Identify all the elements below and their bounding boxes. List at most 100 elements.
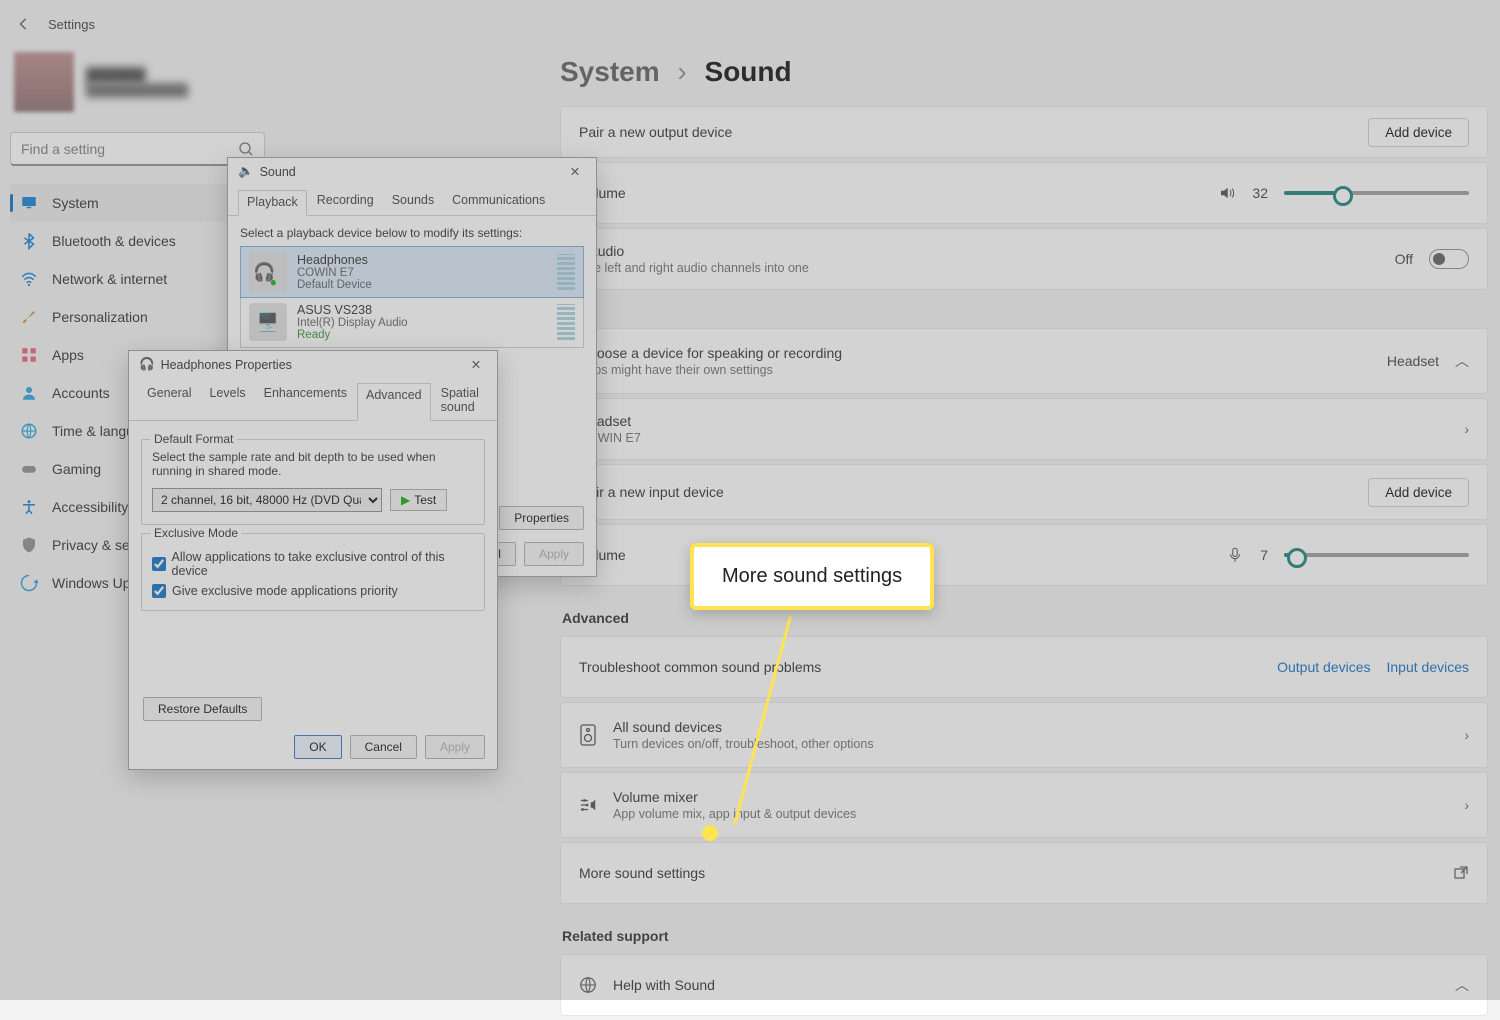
gamepad-icon — [20, 460, 38, 478]
tab-communications[interactable]: Communications — [444, 189, 553, 215]
nav-label: Network & internet — [52, 271, 167, 287]
breadcrumb-current: Sound — [705, 56, 792, 87]
back-icon[interactable] — [12, 12, 36, 36]
device-row[interactable]: 🎧●HeadphonesCOWIN E7Default Device — [241, 247, 583, 297]
nav-label: Personalization — [52, 309, 148, 325]
callout-dot — [702, 825, 718, 841]
exclusive-priority-checkbox[interactable]: Give exclusive mode applications priorit… — [152, 584, 474, 598]
exclusive-control-checkbox[interactable]: Allow applications to take exclusive con… — [152, 550, 474, 578]
pair-output-row: Pair a new output device Add device — [560, 106, 1488, 158]
account-header[interactable]: ██████ ████████████ — [10, 48, 270, 132]
mono-toggle[interactable] — [1429, 249, 1469, 269]
props-dialog-tabs: GeneralLevelsEnhancementsAdvancedSpatial… — [129, 378, 497, 421]
bluetooth-icon — [20, 232, 38, 250]
tab-spatial-sound[interactable]: Spatial sound — [433, 382, 487, 420]
restore-defaults-button[interactable]: Restore Defaults — [143, 697, 262, 721]
output-volume-row: Volume 32 — [560, 162, 1488, 224]
default-format-label: Default Format — [150, 432, 237, 446]
nav-label: Accessibility — [52, 499, 128, 515]
add-output-button[interactable]: Add device — [1368, 118, 1469, 147]
tab-advanced[interactable]: Advanced — [357, 383, 431, 421]
sound-dialog-icon: 🔈 — [238, 164, 254, 179]
mono-audio-row: Mono audio Combine left and right audio … — [560, 228, 1488, 290]
choose-input-value: Headset — [1387, 353, 1439, 369]
headphones-icon: 🎧● — [249, 253, 287, 291]
user-email: ████████████ — [86, 83, 188, 97]
breadcrumb-parent[interactable]: System — [560, 56, 660, 87]
playback-device-list[interactable]: 🎧●HeadphonesCOWIN E7Default Device🖥️ASUS… — [240, 246, 584, 348]
search-field[interactable] — [21, 141, 238, 157]
close-icon[interactable]: ✕ — [461, 357, 491, 372]
props-title: Headphones Properties — [161, 358, 292, 372]
choose-input-row[interactable]: Choose a device for speaking or recordin… — [560, 328, 1488, 394]
user-name: ██████ — [86, 67, 188, 83]
output-volume-slider[interactable] — [1284, 191, 1469, 195]
sound-dialog-title: Sound — [260, 165, 296, 179]
volume-mixer-row[interactable]: Volume mixer App volume mix, app input &… — [560, 772, 1488, 838]
tab-enhancements[interactable]: Enhancements — [256, 382, 355, 420]
person-icon — [20, 384, 38, 402]
cancel-button[interactable]: Cancel — [350, 735, 417, 759]
help-sound-label: Help with Sound — [613, 977, 1439, 993]
access-icon — [20, 498, 38, 516]
nav-label: Bluetooth & devices — [52, 233, 176, 249]
help-sound-row[interactable]: Help with Sound ︿ — [560, 954, 1488, 1016]
more-sound-label: More sound settings — [579, 865, 1437, 881]
mono-state: Off — [1395, 251, 1413, 267]
chevron-up-icon: ︿ — [1455, 351, 1469, 371]
speaker-icon[interactable] — [1218, 184, 1236, 202]
troubleshoot-row: Troubleshoot common sound problems Outpu… — [560, 636, 1488, 698]
nav-label: Apps — [52, 347, 84, 363]
callout: More sound settings — [690, 543, 934, 610]
ok-button[interactable]: OK — [294, 735, 341, 759]
tab-general[interactable]: General — [139, 382, 199, 420]
search-icon — [238, 141, 254, 157]
input-volume-slider[interactable] — [1284, 553, 1469, 557]
sound-dialog-titlebar[interactable]: 🔈 Sound ✕ — [228, 158, 596, 185]
tab-sounds[interactable]: Sounds — [384, 189, 442, 215]
tab-playback[interactable]: Playback — [238, 190, 307, 216]
chevron-right-icon: › — [1464, 727, 1469, 743]
output-volume-label: Volume — [579, 185, 1202, 201]
main-content: System › Sound Pair a new output device … — [560, 48, 1488, 1020]
input-volume-value: 7 — [1260, 547, 1268, 563]
nav-label: Accounts — [52, 385, 110, 401]
headset-row[interactable]: Headset COWIN E7 › — [560, 398, 1488, 460]
close-icon[interactable]: ✕ — [560, 164, 590, 179]
device-row[interactable]: 🖥️ASUS VS238Intel(R) Display AudioReady — [241, 297, 583, 347]
related-section: Related support — [562, 928, 1488, 944]
default-format-desc: Select the sample rate and bit depth to … — [152, 450, 474, 478]
shield-icon — [20, 536, 38, 554]
more-sound-settings-row[interactable]: More sound settings — [560, 842, 1488, 904]
troubleshoot-input-link[interactable]: Input devices — [1387, 659, 1470, 675]
properties-button[interactable]: Properties — [499, 506, 584, 530]
output-volume-value: 32 — [1252, 185, 1268, 201]
external-link-icon — [1453, 865, 1469, 881]
format-select[interactable]: 2 channel, 16 bit, 48000 Hz (DVD Quality… — [152, 488, 382, 512]
props-titlebar[interactable]: 🎧 Headphones Properties ✕ — [129, 351, 497, 378]
breadcrumb: System › Sound — [560, 56, 1488, 88]
troubleshoot-output-link[interactable]: Output devices — [1277, 659, 1370, 675]
monitor-icon — [20, 194, 38, 212]
test-button[interactable]: ▶Test — [390, 489, 447, 511]
all-devices-row[interactable]: All sound devices Turn devices on/off, t… — [560, 702, 1488, 768]
tab-recording[interactable]: Recording — [309, 189, 382, 215]
apply-button[interactable]: Apply — [524, 542, 584, 566]
headphones-icon: 🎧 — [139, 357, 155, 372]
all-devices-sub: Turn devices on/off, troubleshoot, other… — [613, 737, 1448, 751]
mic-icon[interactable] — [1226, 546, 1244, 564]
chevron-up-icon: ︿ — [1455, 975, 1469, 995]
sound-dialog-tabs: PlaybackRecordingSoundsCommunications — [228, 185, 596, 216]
advanced-section: Advanced — [562, 610, 1488, 626]
devices-icon — [579, 724, 597, 746]
default-format-group: Default Format Select the sample rate an… — [141, 439, 485, 525]
apply-button[interactable]: Apply — [425, 735, 485, 759]
globe-icon — [20, 422, 38, 440]
settings-topbar: Settings — [0, 0, 1500, 48]
tab-levels[interactable]: Levels — [201, 382, 253, 420]
troubleshoot-label: Troubleshoot common sound problems — [579, 659, 1261, 675]
exclusive-mode-group: Exclusive Mode Allow applications to tak… — [141, 533, 485, 611]
add-input-button[interactable]: Add device — [1368, 478, 1469, 507]
brush-icon — [20, 308, 38, 326]
avatar — [14, 52, 74, 112]
